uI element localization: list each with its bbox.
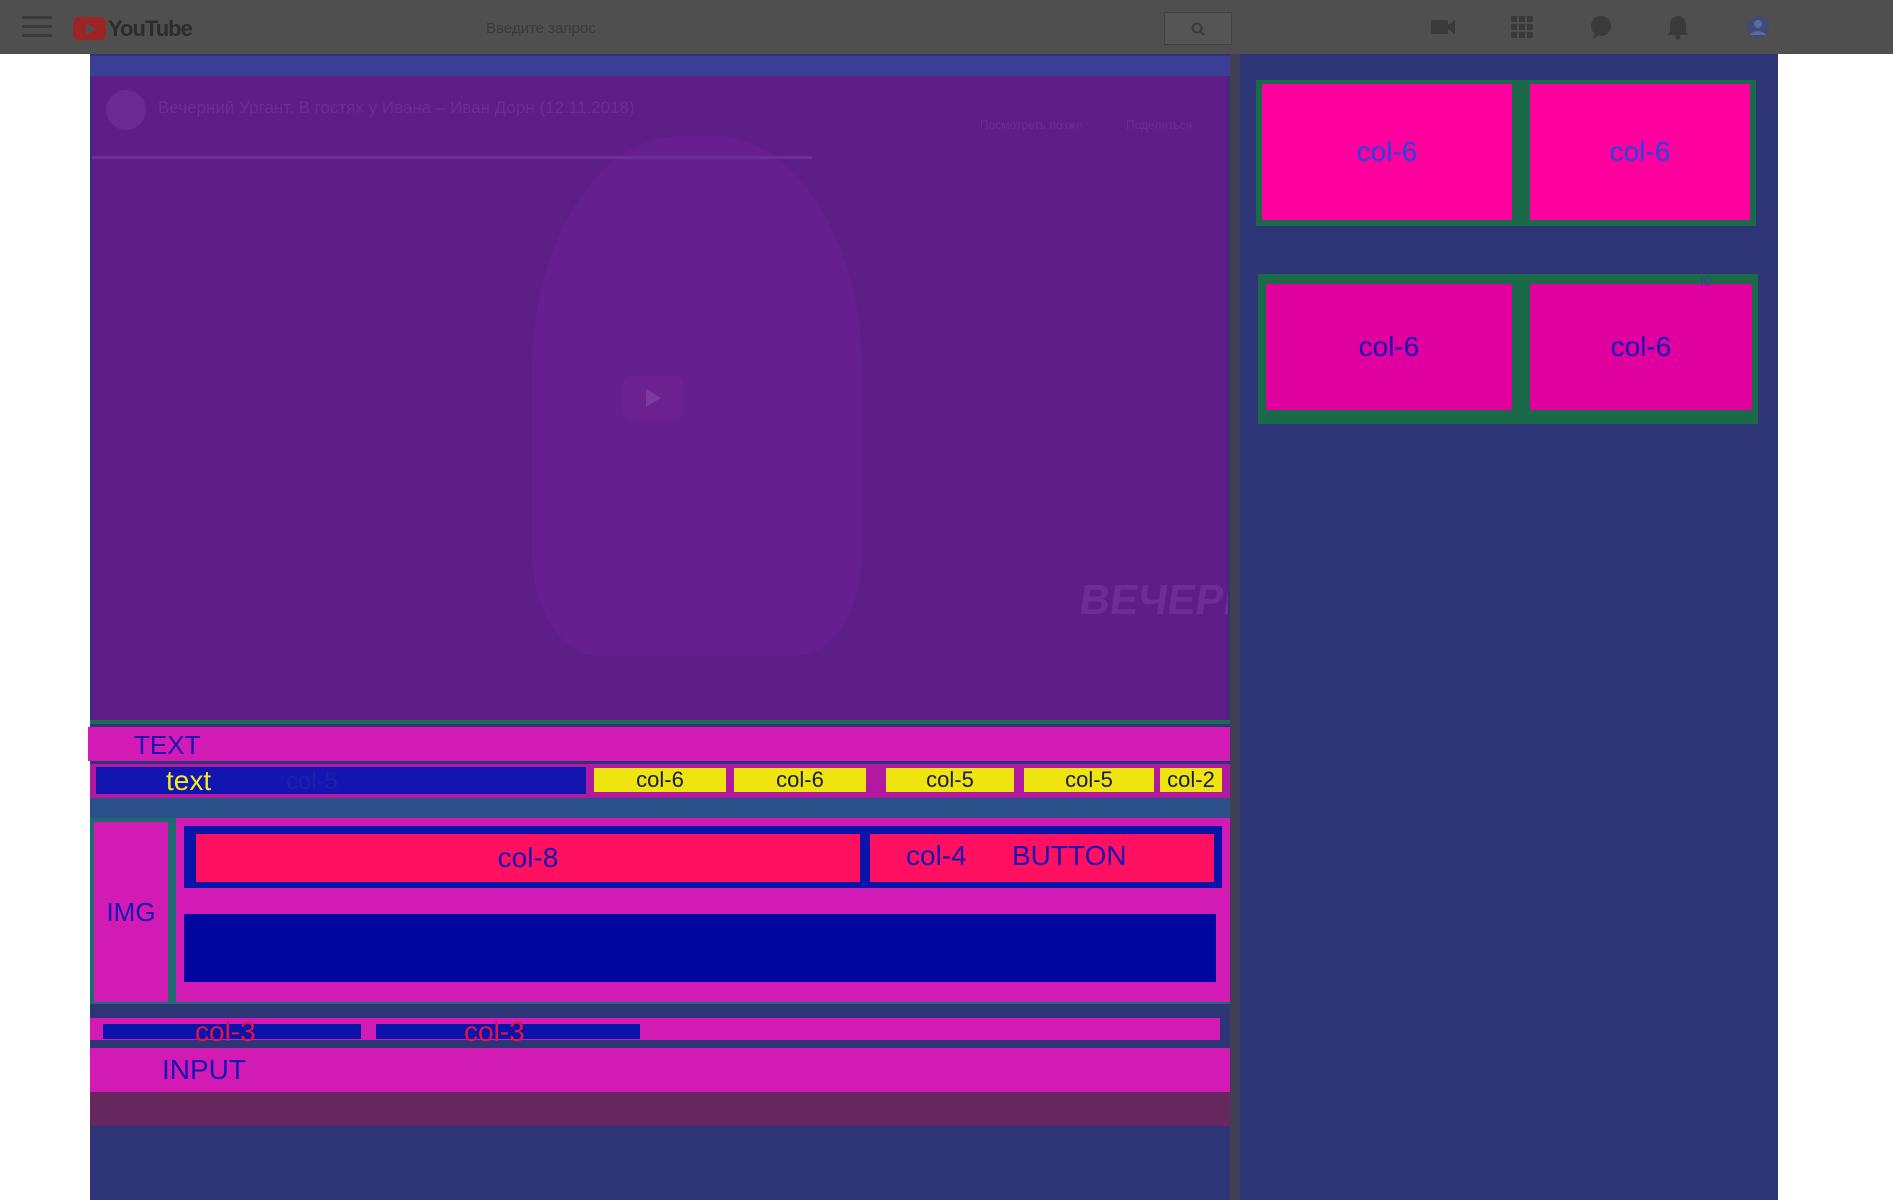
text-row: text col-5 col-6 col-6 col-5 col-5 col-2 — [90, 764, 1230, 798]
page-top-strip — [90, 56, 1230, 76]
video-progress-bar[interactable] — [92, 156, 812, 159]
media-object: IMG col-8 col-4 BUTTON — [90, 818, 1230, 1004]
text-label: text — [166, 765, 212, 796]
menu-icon[interactable] — [22, 16, 52, 38]
video-player[interactable]: Вечерний Ургант. В гостях у Ивана – Иван… — [92, 76, 1228, 720]
apps-grid-icon[interactable] — [1508, 14, 1536, 40]
img-placeholder: IMG — [94, 822, 168, 1002]
yellow-cell-col-2: col-2 — [1160, 767, 1222, 792]
yellow-cell-col-5-b: col-5 — [1024, 767, 1154, 792]
col-6-cell-3: col-6 — [1266, 284, 1512, 410]
col-4-label: col-4 — [906, 840, 967, 871]
yellow-cell-col-5-a: col-5 — [886, 767, 1014, 792]
col-5-label: col-5 — [286, 768, 339, 795]
youtube-logo-text[interactable]: YouTube — [108, 14, 193, 44]
col-6-cell-4: col-6 — [1530, 284, 1752, 410]
right-grid-bottom: col-6 col-6 — [1258, 274, 1758, 424]
col-3-label-a: col-3 — [195, 1016, 256, 1047]
button-block[interactable]: col-4 BUTTON — [870, 834, 1214, 882]
col-3-block-a: col-3 — [103, 1016, 361, 1047]
watch-later-button[interactable]: Посмотреть позже — [980, 118, 1083, 132]
play-icon[interactable] — [622, 376, 684, 420]
media-body: col-8 col-4 BUTTON — [176, 818, 1230, 1002]
search-icon — [1191, 22, 1205, 36]
channel-avatar[interactable] — [106, 90, 146, 130]
button-label[interactable]: BUTTON — [1012, 840, 1127, 872]
col-3-block-b: col-3 — [376, 1016, 640, 1047]
col-6-cell-1: col-6 — [1262, 84, 1512, 220]
top-bar: YouTube — [0, 0, 1893, 54]
yellow-cell-col-6-a: col-6 — [594, 767, 726, 792]
yellow-cell-col-6-b: col-6 — [734, 767, 866, 792]
search-input[interactable] — [480, 12, 1166, 44]
column-divider — [1230, 54, 1240, 1200]
video-bottom-border — [90, 720, 1230, 724]
col-5-block: text col-5 — [96, 765, 586, 796]
input-field[interactable]: INPUT — [90, 1048, 1230, 1092]
input-label: INPUT — [162, 1054, 246, 1085]
video-title[interactable]: Вечерний Ургант. В гостях у Ивана – Иван… — [158, 98, 635, 118]
bell-icon[interactable] — [1664, 14, 1692, 40]
col-3-row: col-3 col-3 — [90, 1016, 1220, 1047]
video-brand-watermark: ВЕЧЕРНИЙ УРГАНТ — [1076, 576, 1228, 623]
video-camera-icon[interactable] — [1429, 14, 1457, 40]
share-button[interactable]: Поделиться — [1126, 118, 1192, 132]
col-6-cell-2: col-6 — [1530, 84, 1750, 220]
account-icon[interactable] — [1744, 14, 1772, 40]
messages-icon[interactable] — [1587, 14, 1615, 40]
footer-strip — [90, 1092, 1230, 1126]
media-header-row: col-8 col-4 BUTTON — [184, 826, 1222, 888]
right-ghost-text: ic — [1700, 272, 1712, 289]
col-3-label-b: col-3 — [464, 1016, 525, 1047]
col-8-block: col-8 — [196, 834, 860, 882]
row-gap — [90, 798, 1230, 818]
media-content-block — [184, 914, 1216, 982]
search-button[interactable] — [1164, 12, 1232, 45]
text-heading-block: TEXT — [88, 727, 1230, 761]
video-thumbnail-figure — [532, 136, 862, 656]
text-heading-label: TEXT — [134, 730, 201, 760]
youtube-logo-icon[interactable] — [73, 17, 106, 40]
right-grid-top: col-6 col-6 — [1256, 80, 1756, 226]
